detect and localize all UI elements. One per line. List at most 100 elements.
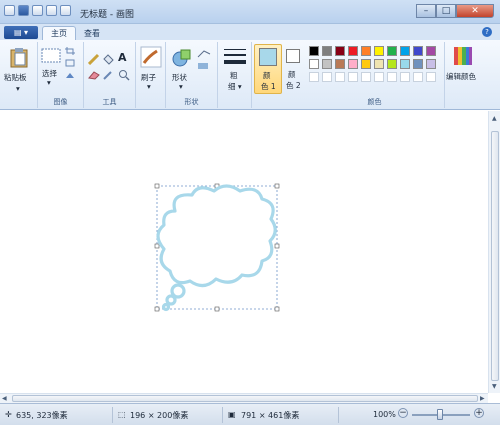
eraser-icon[interactable] (88, 70, 100, 80)
palette-swatch[interactable] (387, 46, 397, 56)
palette-swatch[interactable] (361, 46, 371, 56)
custom-color-slot[interactable] (400, 72, 410, 82)
edit-colors-label: 编辑颜色 (446, 72, 476, 81)
custom-color-slot[interactable] (426, 72, 436, 82)
brushes-group: 刷子 ▾ (136, 42, 166, 108)
brushes-dropdown-icon[interactable]: ▾ (147, 82, 151, 91)
crop-icon[interactable] (65, 47, 75, 55)
selection-size: 196 × 200像素 (130, 411, 189, 420)
maximize-button[interactable]: □ (436, 4, 456, 18)
colors-group: 颜色 (305, 42, 445, 108)
zoom-in-button[interactable]: + (474, 408, 484, 418)
shapes-dropdown-icon[interactable]: ▾ (179, 82, 183, 91)
text-tool-icon[interactable]: A (118, 51, 127, 64)
scroll-up-icon[interactable]: ▲ (492, 115, 497, 122)
image-group-label: 图像 (53, 98, 68, 106)
window-title: 无标题 - 画图 (80, 10, 134, 20)
size-label-1[interactable]: 粗 (230, 70, 238, 81)
paste-button-label[interactable]: 粘贴板 (4, 72, 27, 83)
custom-color-slot[interactable] (309, 72, 319, 82)
palette-swatch[interactable] (335, 46, 345, 56)
vertical-scroll-thumb[interactable] (491, 131, 499, 381)
fill-shape-icon[interactable] (197, 62, 211, 70)
palette-swatch[interactable] (387, 59, 397, 69)
palette-swatch[interactable] (322, 46, 332, 56)
cursor-position-icon: ✛ (5, 410, 12, 419)
minimize-button[interactable]: – (416, 4, 436, 18)
paste-dropdown-icon[interactable]: ▾ (16, 84, 20, 93)
size-label-2[interactable]: 细 ▾ (228, 81, 242, 92)
select-dropdown-icon[interactable]: ▾ (47, 78, 51, 87)
color2-label-2: 色 2 (286, 81, 301, 90)
undo-icon[interactable] (32, 5, 43, 16)
tab-home[interactable]: 主页 (42, 26, 76, 40)
palette-swatch[interactable] (400, 46, 410, 56)
horizontal-scroll-thumb[interactable] (12, 395, 478, 402)
palette-swatch[interactable] (374, 46, 384, 56)
line-size-icon[interactable] (224, 48, 246, 66)
canvas-area[interactable] (0, 111, 500, 403)
custom-color-slot[interactable] (387, 72, 397, 82)
color-wheel-icon (454, 47, 472, 65)
select-icon[interactable] (41, 48, 61, 64)
shapes-group-label: 形状 (184, 98, 199, 106)
scroll-right-icon[interactable]: ▶ (480, 395, 485, 402)
color-picker-icon[interactable] (103, 70, 113, 80)
palette-swatch[interactable] (426, 59, 436, 69)
custom-color-slot[interactable] (374, 72, 384, 82)
app-menu-icon[interactable] (4, 5, 15, 16)
tab-view[interactable]: 查看 (76, 26, 108, 40)
file-menu-button[interactable]: ▤ ▾ (4, 26, 38, 39)
scroll-left-icon[interactable]: ◀ (2, 395, 7, 402)
rotate-icon[interactable] (65, 72, 79, 80)
canvas-size-icon: ▣ (228, 410, 236, 419)
palette-swatch[interactable] (348, 46, 358, 56)
palette-swatch[interactable] (413, 46, 423, 56)
fill-icon[interactable] (102, 53, 114, 65)
palette-swatch[interactable] (322, 59, 332, 69)
paste-icon[interactable] (10, 48, 28, 68)
horizontal-scrollbar[interactable]: ◀ ▶ (0, 393, 488, 403)
outline-icon[interactable] (197, 50, 211, 58)
shapes-icon[interactable] (172, 48, 192, 68)
image-group: 选择 ▾ 图像 (38, 42, 84, 108)
edit-colors-button[interactable]: 编辑颜色 (446, 44, 480, 94)
save-icon[interactable] (18, 5, 29, 16)
palette-swatch[interactable] (309, 46, 319, 56)
zoom-slider-thumb[interactable] (437, 409, 443, 420)
customize-qat-icon[interactable] (60, 5, 71, 16)
redo-icon[interactable] (46, 5, 57, 16)
custom-color-slot[interactable] (335, 72, 345, 82)
tools-group: A 工具 (84, 42, 136, 108)
vertical-scrollbar[interactable]: ▲ ▼ (488, 111, 500, 393)
shapes-group: 形状 ▾ 形状 (166, 42, 218, 108)
close-button[interactable]: ✕ (456, 4, 494, 18)
palette-swatch[interactable] (400, 59, 410, 69)
palette-swatch[interactable] (426, 46, 436, 56)
custom-color-slot[interactable] (413, 72, 423, 82)
magnifier-icon[interactable] (118, 69, 130, 81)
drawing-canvas[interactable] (0, 111, 488, 393)
color1-button[interactable]: 颜 色 1 (254, 44, 282, 94)
color1-swatch (259, 48, 277, 66)
palette-swatch[interactable] (413, 59, 423, 69)
pencil-icon[interactable] (88, 53, 100, 65)
quick-access-toolbar (4, 5, 71, 16)
palette-swatch[interactable] (309, 59, 319, 69)
palette-swatch[interactable] (348, 59, 358, 69)
scroll-down-icon[interactable]: ▼ (492, 383, 497, 390)
palette-swatch[interactable] (335, 59, 345, 69)
zoom-level: 100% (373, 410, 396, 419)
palette-swatch[interactable] (374, 59, 384, 69)
zoom-out-button[interactable]: − (398, 408, 408, 418)
help-icon[interactable]: ? (482, 27, 492, 37)
color2-button[interactable]: 颜 色 2 (283, 44, 305, 94)
custom-color-slot[interactable] (361, 72, 371, 82)
brush-icon[interactable] (140, 46, 162, 68)
palette-swatch[interactable] (361, 59, 371, 69)
ribbon-tab-bar: ▤ ▾ 主页 查看 ? (0, 24, 500, 40)
selection-size-icon: ⬚ (118, 410, 126, 419)
resize-icon[interactable] (65, 59, 75, 67)
custom-color-slot[interactable] (322, 72, 332, 82)
custom-color-slot[interactable] (348, 72, 358, 82)
